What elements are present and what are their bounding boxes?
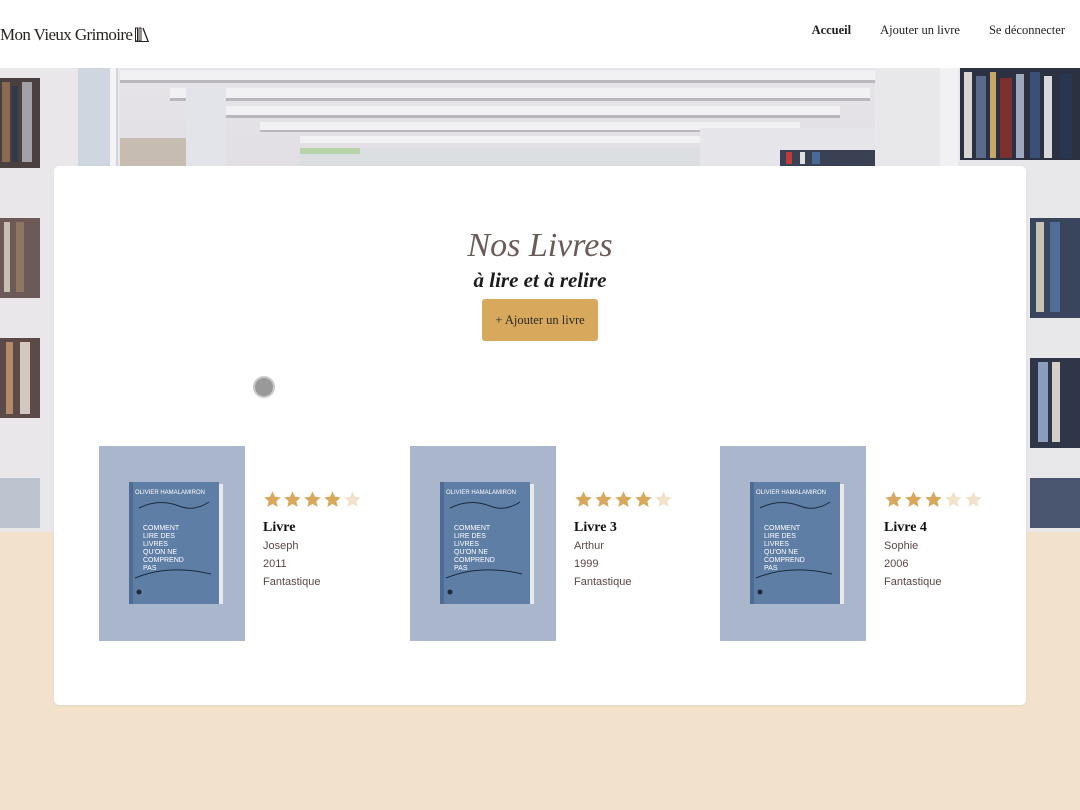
books-section: Nos Livres à lire et à relire + Ajouter … bbox=[54, 166, 1026, 705]
nav-logout-link[interactable]: Se déconnecter bbox=[989, 23, 1065, 38]
cover-title-line: LIVRES bbox=[143, 541, 168, 548]
book-info: Livre 3 Arthur 1999 Fantastique bbox=[574, 490, 684, 591]
book-card[interactable]: OLIVIER HAMALAMIRON COMMENT LIRE DES LIV… bbox=[99, 446, 369, 641]
cover-title-line: COMPREND bbox=[454, 557, 495, 564]
book-genre: Fantastique bbox=[574, 576, 632, 588]
cover-author-text: OLIVIER HAMALAMIRON bbox=[135, 490, 205, 496]
rating-stars bbox=[574, 490, 684, 509]
site-header: Mon Vieux Grimoire Accueil Ajouter un li… bbox=[0, 0, 1080, 68]
cover-title-line: PAS bbox=[454, 565, 468, 572]
book-author: Sophie bbox=[884, 540, 919, 552]
cover-author-text: OLIVIER HAMALAMIRON bbox=[446, 490, 516, 496]
cover-title-line: COMPREND bbox=[143, 557, 184, 564]
cover-title-line: LIVRES bbox=[764, 541, 789, 548]
star-icon bbox=[595, 491, 612, 507]
page-subtitle: à lire et à relire bbox=[473, 268, 607, 292]
book-cover-image[interactable]: OLIVIER HAMALAMIRON COMMENT LIRE DES LIV… bbox=[99, 446, 245, 641]
book-author: Arthur bbox=[574, 540, 604, 552]
star-icon bbox=[344, 491, 361, 507]
star-icon bbox=[945, 491, 962, 507]
cover-title-line: PAS bbox=[764, 565, 778, 572]
cover-title-line: COMMENT bbox=[764, 525, 801, 532]
books-icon bbox=[135, 27, 150, 43]
book-title[interactable]: Livre bbox=[263, 519, 373, 537]
cover-title-line: LIRE DES bbox=[454, 533, 486, 540]
star-icon bbox=[635, 491, 652, 507]
star-icon bbox=[925, 491, 942, 507]
book-year: 1999 bbox=[574, 558, 599, 570]
cover-title-line: COMMENT bbox=[143, 525, 180, 532]
book-info: Livre Joseph 2011 Fantastique bbox=[263, 490, 373, 591]
star-icon bbox=[965, 491, 982, 507]
star-icon bbox=[905, 491, 922, 507]
cover-title-line: COMPREND bbox=[764, 557, 805, 564]
page-title: Nos Livres bbox=[467, 227, 613, 264]
star-icon bbox=[655, 491, 672, 507]
cover-title-line: QU'ON NE bbox=[454, 549, 488, 556]
rating-stars bbox=[884, 490, 994, 509]
star-icon bbox=[324, 491, 341, 507]
star-icon bbox=[284, 491, 301, 507]
cover-title-line: PAS bbox=[143, 565, 157, 572]
add-book-button[interactable]: + Ajouter un livre bbox=[482, 299, 598, 341]
star-icon bbox=[304, 491, 321, 507]
cover-title-line: QU'ON NE bbox=[143, 549, 177, 556]
book-cover-image[interactable]: OLIVIER HAMALAMIRON COMMENT LIRE DES LIV… bbox=[410, 446, 556, 641]
book-author: Joseph bbox=[263, 540, 299, 552]
star-icon bbox=[615, 491, 632, 507]
book-card[interactable]: OLIVIER HAMALAMIRON COMMENT LIRE DES LIV… bbox=[720, 446, 990, 641]
book-genre: Fantastique bbox=[263, 576, 321, 588]
book-year: 2006 bbox=[884, 558, 909, 570]
cover-title-line: LIRE DES bbox=[143, 533, 175, 540]
book-year: 2011 bbox=[263, 558, 287, 570]
book-cover-image[interactable]: OLIVIER HAMALAMIRON COMMENT LIRE DES LIV… bbox=[720, 446, 866, 641]
book-title[interactable]: Livre 4 bbox=[884, 519, 994, 537]
star-icon bbox=[885, 491, 902, 507]
star-icon bbox=[264, 491, 281, 507]
book-card[interactable]: OLIVIER HAMALAMIRON COMMENT LIRE DES LIV… bbox=[410, 446, 680, 641]
nav-add-book-link[interactable]: Ajouter un livre bbox=[880, 23, 960, 38]
logo[interactable]: Mon Vieux Grimoire bbox=[0, 24, 150, 46]
book-title[interactable]: Livre 3 bbox=[574, 519, 684, 537]
rating-stars bbox=[263, 490, 373, 509]
logo-text: Mon Vieux Grimoire bbox=[0, 25, 133, 44]
cover-title-line: LIRE DES bbox=[764, 533, 796, 540]
book-genre: Fantastique bbox=[884, 576, 942, 588]
spinner-icon bbox=[253, 376, 275, 398]
main-nav: Accueil Ajouter un livre Se déconnecter bbox=[783, 23, 1065, 38]
book-info: Livre 4 Sophie 2006 Fantastique bbox=[884, 490, 994, 591]
cover-title-line: LIVRES bbox=[454, 541, 479, 548]
cover-author-text: OLIVIER HAMALAMIRON bbox=[756, 490, 826, 496]
cover-title-line: COMMENT bbox=[454, 525, 491, 532]
star-icon bbox=[575, 491, 592, 507]
nav-home-link[interactable]: Accueil bbox=[812, 23, 852, 38]
cover-title-line: QU'ON NE bbox=[764, 549, 798, 556]
